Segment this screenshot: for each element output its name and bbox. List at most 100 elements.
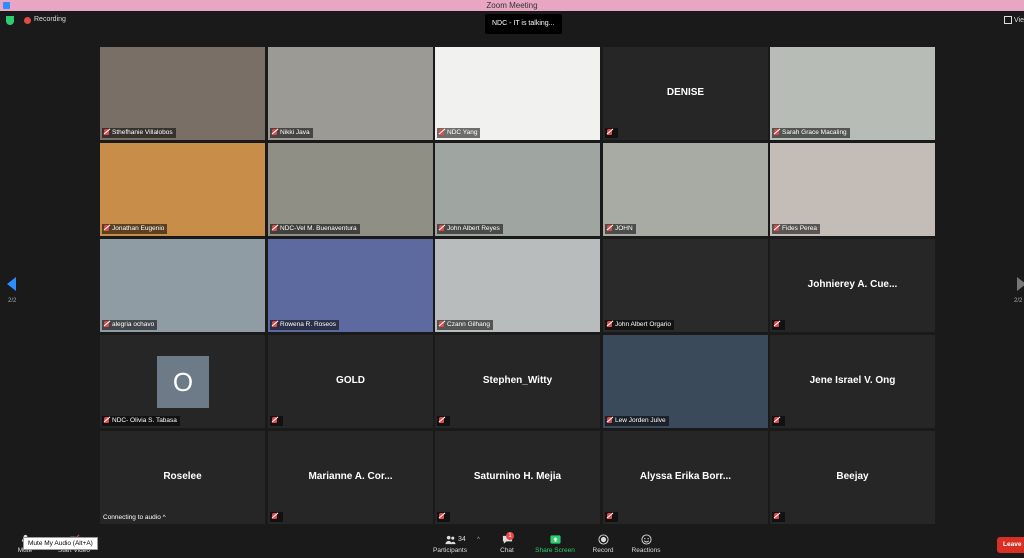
muted-mic-icon (272, 225, 277, 231)
participant-tile[interactable]: GOLD (268, 335, 433, 428)
participant-name-label: NDC- Olivia S. Tabasa (102, 416, 180, 426)
participant-name-label: JOHN (605, 224, 636, 234)
participant-name: John Albert Orgario (615, 321, 672, 328)
participant-name-label: Fides Perea (772, 224, 821, 234)
participant-video (603, 335, 768, 428)
participant-tile[interactable]: alegria ochavo (100, 239, 265, 332)
participant-tile[interactable]: DENISE (603, 47, 768, 140)
recording-label[interactable]: Recording (34, 16, 66, 23)
participant-tile[interactable]: Czann Gilhang (435, 239, 600, 332)
leave-button[interactable]: Leave (997, 537, 1024, 553)
participant-name-label (772, 416, 785, 426)
talking-indicator: NDC - IT is talking... (485, 14, 562, 34)
participant-video (268, 143, 433, 236)
participant-video (100, 47, 265, 140)
participant-video (603, 143, 768, 236)
participants-icon (444, 535, 456, 545)
muted-mic-icon (607, 129, 612, 135)
chat-button[interactable]: 1 Chat (495, 530, 519, 558)
grid-view-icon (1004, 16, 1012, 24)
participant-tile[interactable]: Stephen_Witty (435, 335, 600, 428)
share-screen-button[interactable]: Share Screen (532, 530, 578, 558)
participant-name-label (772, 512, 785, 522)
participant-name-label (772, 320, 785, 330)
participant-tile[interactable]: NDC Yang (435, 47, 600, 140)
participant-name-label (437, 512, 450, 522)
participant-name-center: Alyssa Erika Borr... (639, 471, 732, 482)
participant-tile[interactable]: Johnierey A. Cue... (770, 239, 935, 332)
emoji-icon (640, 534, 652, 545)
participant-video (435, 239, 600, 332)
participant-tile[interactable]: Fides Perea (770, 143, 935, 236)
participant-name-label: Czann Gilhang (437, 320, 493, 330)
muted-mic-icon (439, 417, 444, 423)
participant-tile[interactable]: John Albert Orgario (603, 239, 768, 332)
participant-video (435, 47, 600, 140)
muted-mic-icon (272, 513, 277, 519)
participant-name-label: NDC-Vel M. Buenaventura (270, 224, 360, 234)
participant-tile[interactable]: Nikki Java (268, 47, 433, 140)
participant-name-label: alegria ochavo (102, 320, 158, 330)
participant-video (770, 47, 935, 140)
participant-tile[interactable]: Saturnino H. Mejia (435, 431, 600, 524)
participant-video (100, 239, 265, 332)
recording-dot-icon (24, 17, 31, 24)
participant-video (268, 47, 433, 140)
participant-tile[interactable]: Jene Israel V. Ong (770, 335, 935, 428)
participant-video (603, 239, 768, 332)
previous-page-arrow-icon[interactable] (7, 277, 16, 291)
participant-video (435, 143, 600, 236)
participant-tile[interactable]: Jonathan Eugenio (100, 143, 265, 236)
participant-name-center: Marianne A. Cor... (308, 471, 393, 482)
participant-tile[interactable]: Sthefhanie Villalobos (100, 47, 265, 140)
participant-tile[interactable]: Roselee Connecting to audio ^ (100, 431, 265, 524)
muted-mic-icon (774, 513, 779, 519)
reactions-label: Reactions (631, 547, 661, 554)
participant-name-center: Saturnino H. Mejia (473, 471, 562, 482)
participant-name: Rowena R. Roseos (280, 321, 336, 328)
security-shield-icon[interactable] (6, 16, 14, 25)
muted-mic-icon (104, 225, 109, 231)
participant-tile[interactable]: Sarah Grace Macaling (770, 47, 935, 140)
participant-name: Lew Jorden Julve (615, 417, 666, 424)
muted-mic-icon (607, 225, 612, 231)
participant-tile[interactable]: John Albert Reyes (435, 143, 600, 236)
participant-name-center: GOLD (336, 375, 365, 386)
participant-name-label (270, 512, 283, 522)
participant-name-center: DENISE (666, 87, 705, 98)
participant-tile[interactable]: O NDC- Olivia S. Tabasa (100, 335, 265, 428)
participant-name-center: Beejay (836, 471, 869, 482)
page-indicator-left: 2/2 (8, 298, 17, 304)
participant-tile[interactable]: Beejay (770, 431, 935, 524)
participant-name: Czann Gilhang (447, 321, 490, 328)
window-title: Zoom Meeting (486, 1, 538, 10)
participant-tile[interactable]: Marianne A. Cor... (268, 431, 433, 524)
record-button[interactable]: Record (590, 530, 616, 558)
muted-mic-icon (104, 321, 109, 327)
participant-name: JOHN (615, 225, 633, 232)
participant-video (268, 239, 433, 332)
participant-tile[interactable]: JOHN (603, 143, 768, 236)
record-icon (597, 534, 609, 545)
participants-count: 34 (458, 536, 466, 543)
participant-tile[interactable]: Rowena R. Roseos (268, 239, 433, 332)
participant-name-label: John Albert Orgario (605, 320, 675, 330)
participant-name-label (605, 512, 618, 522)
participant-name: NDC Yang (447, 129, 478, 136)
participant-tile[interactable]: Lew Jorden Julve (603, 335, 768, 428)
participant-name: Nikki Java (280, 129, 310, 136)
participant-name: John Albert Reyes (447, 225, 500, 232)
participant-tile[interactable]: NDC-Vel M. Buenaventura (268, 143, 433, 236)
participant-name: NDC- Olivia S. Tabasa (112, 417, 177, 424)
reactions-button[interactable]: Reactions (630, 530, 662, 558)
next-page-arrow-icon[interactable] (1017, 277, 1024, 291)
view-label: Vie (1014, 16, 1024, 24)
muted-mic-icon (774, 225, 779, 231)
share-screen-icon (549, 535, 561, 544)
participants-button[interactable]: Participants (428, 530, 472, 558)
participant-tile[interactable]: Alyssa Erika Borr... (603, 431, 768, 524)
participants-options-caret-icon[interactable]: ^ (477, 537, 480, 543)
participant-name: alegria ochavo (112, 321, 155, 328)
video-gallery: Sthefhanie Villalobos Nikki Java NDC Yang D… (100, 47, 936, 525)
view-button[interactable]: Vie (1004, 16, 1024, 24)
